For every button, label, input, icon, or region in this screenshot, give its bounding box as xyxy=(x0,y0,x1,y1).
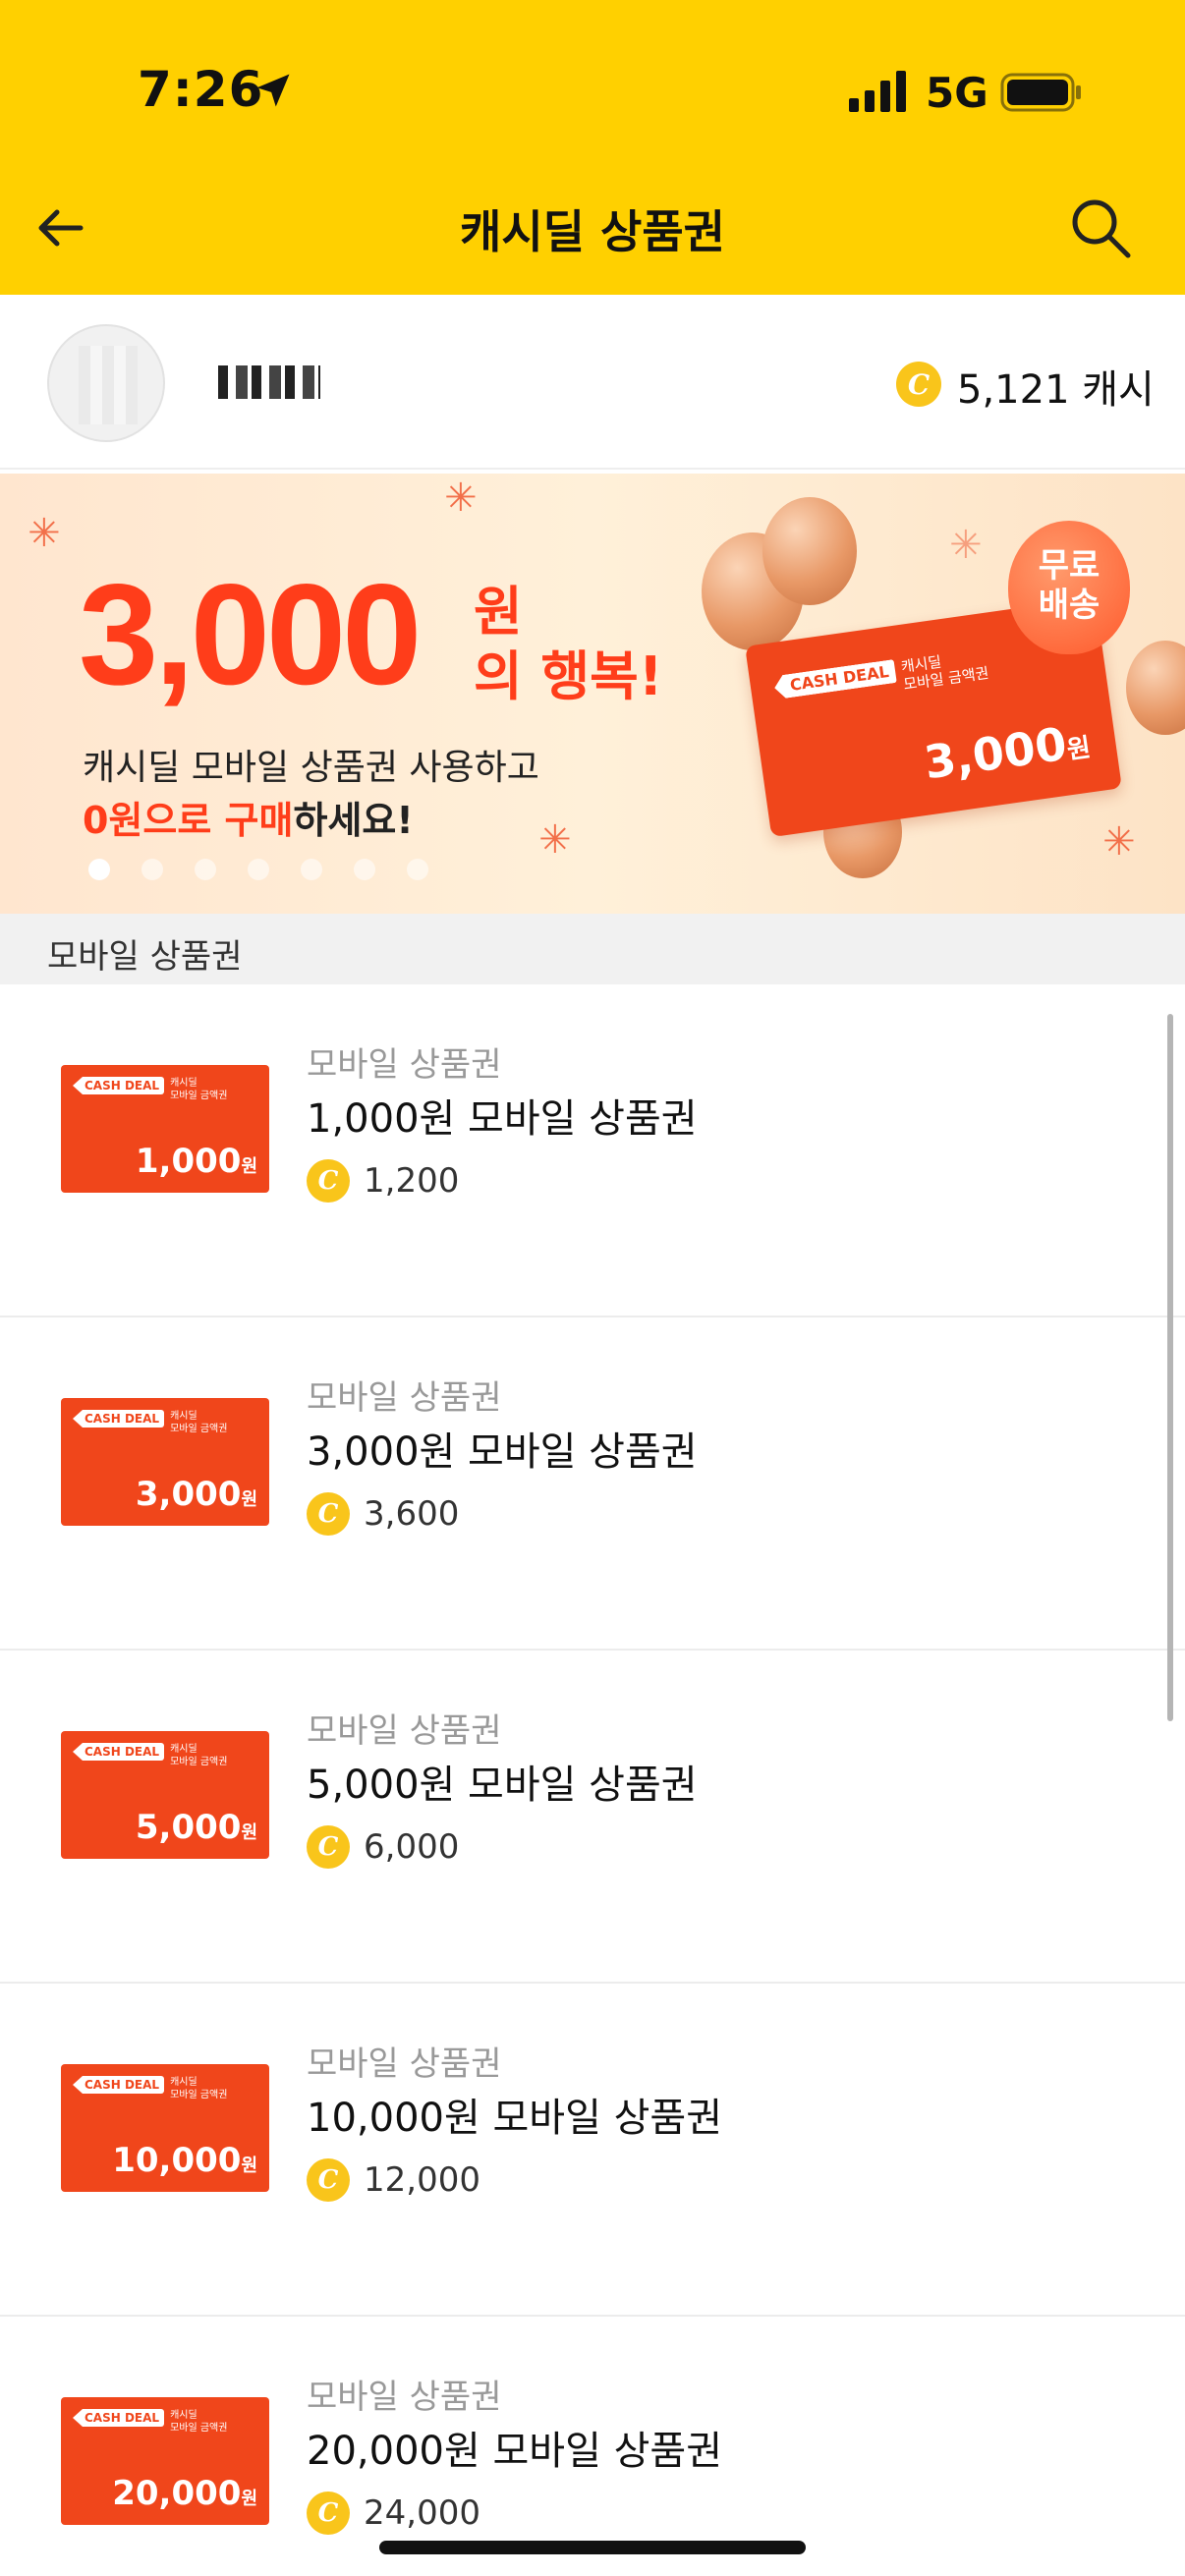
sparkle-icon: ✳ xyxy=(1102,819,1136,865)
item-category: 모바일 상품권 xyxy=(307,1711,502,1751)
sparkle-icon: ✳ xyxy=(444,476,478,521)
list-item[interactable]: CASH DEAL 캐시딜 모바일 금액권 1,000원 모바일 상품권 1,0… xyxy=(0,984,1185,1317)
cashdeal-logo-sub: 캐시딜 모바일 금액권 xyxy=(170,2077,228,2100)
cashdeal-logo: CASH DEAL 캐시딜 모바일 금액권 xyxy=(73,1743,227,1768)
item-title: 5,000원 모바일 상품권 xyxy=(307,1763,698,1808)
location-arrow-icon xyxy=(256,74,290,107)
item-category: 모바일 상품권 xyxy=(307,2378,502,2417)
coin-icon: C xyxy=(307,2158,350,2202)
cashdeal-logo-tag: CASH DEAL xyxy=(73,2076,165,2094)
cashdeal-logo-sub: 캐시딜 모바일 금액권 xyxy=(170,2410,228,2434)
banner-highlight: 0원으로 구매 xyxy=(83,799,294,842)
list-item[interactable]: CASH DEAL 캐시딜 모바일 금액권 20,000원 모바일 상품권 20… xyxy=(0,2317,1185,2576)
carousel-dot[interactable] xyxy=(407,859,428,880)
battery-icon xyxy=(1000,73,1081,112)
cashdeal-logo-tag: CASH DEAL xyxy=(73,1077,165,1094)
carousel-dots xyxy=(88,859,428,880)
sparkle-icon: ✳ xyxy=(949,523,983,568)
gift-card-amount: 10,000원 xyxy=(112,2141,257,2180)
banner-subtitle: 캐시딜 모바일 상품권 사용하고 xyxy=(83,748,539,788)
cashdeal-logo: CASH DEAL 캐시딜 모바일 금액권 xyxy=(73,2076,227,2101)
coin-icon: C xyxy=(307,1492,350,1536)
item-category: 모바일 상품권 xyxy=(307,1378,502,1418)
page-title: 캐시딜 상품권 xyxy=(460,205,725,258)
item-title: 1,000원 모바일 상품권 xyxy=(307,1096,698,1142)
list-item[interactable]: CASH DEAL 캐시딜 모바일 금액권 3,000원 모바일 상품권 3,0… xyxy=(0,1317,1185,1651)
avatar[interactable] xyxy=(47,324,165,442)
network-type: 5G xyxy=(926,69,988,117)
gift-card-thumbnail: CASH DEAL 캐시딜 모바일 금액권 20,000원 xyxy=(61,2397,269,2525)
profile-row: C 5,121 캐시 xyxy=(0,295,1185,470)
banner-cta-text: 0원으로 구매하세요! xyxy=(83,790,414,844)
banner-amount: 3,000 xyxy=(79,554,422,714)
gift-card-amount: 20,000원 xyxy=(112,2474,257,2513)
carousel-dot[interactable] xyxy=(88,859,110,880)
cashdeal-logo: CASH DEAL 캐시딜 모바일 금액권 xyxy=(73,2409,227,2435)
cellular-signal-icon xyxy=(849,71,906,112)
item-title: 3,000원 모바일 상품권 xyxy=(307,1429,698,1475)
product-list: CASH DEAL 캐시딜 모바일 금액권 1,000원 모바일 상품권 1,0… xyxy=(0,984,1185,2576)
cashdeal-logo: CASH DEAL 캐시딜 모바일 금액권 xyxy=(773,646,990,711)
free-shipping-badge: 무료 배송 xyxy=(1008,521,1130,654)
gift-card-amount: 5,000원 xyxy=(135,1808,257,1847)
status-time: 7:26 xyxy=(138,61,264,118)
cashdeal-logo: CASH DEAL 캐시딜 모바일 금액권 xyxy=(73,1077,227,1102)
section-title: 모바일 상품권 xyxy=(47,937,243,977)
gift-card-thumbnail: CASH DEAL 캐시딜 모바일 금액권 1,000원 xyxy=(61,1065,269,1193)
banner-cta-rest: 하세요! xyxy=(293,799,414,842)
scrollbar[interactable] xyxy=(1167,1014,1173,1721)
item-price: 12,000 xyxy=(364,2160,480,2200)
carousel-dot[interactable] xyxy=(301,859,322,880)
banner-card-amount: 3,000원 xyxy=(921,716,1093,790)
sparkle-icon: ✳ xyxy=(28,511,61,556)
coin-icon: C xyxy=(307,1825,350,1869)
top-bar: 7:26 5G 캐시딜 상품권 xyxy=(0,0,1185,295)
coin-icon: C xyxy=(307,1159,350,1203)
sparkle-icon: ✳ xyxy=(538,817,572,863)
item-price: 6,000 xyxy=(364,1827,460,1867)
cashdeal-logo: CASH DEAL 캐시딜 모바일 금액권 xyxy=(73,1410,227,1435)
balloon-graphic xyxy=(762,497,857,605)
gift-card-amount: 1,000원 xyxy=(135,1142,257,1181)
item-price: 1,200 xyxy=(364,1161,460,1201)
promo-banner[interactable]: ✳ ✳ ✳ ✳ ✳ 3,000 원 의 행복! 캐시딜 모바일 상품권 사용하고… xyxy=(0,474,1185,914)
cashdeal-logo-sub: 캐시딜 모바일 금액권 xyxy=(170,1411,228,1434)
item-category: 모바일 상품권 xyxy=(307,1045,502,1085)
section-header: 모바일 상품권 xyxy=(0,914,1185,984)
cashdeal-logo-sub: 캐시딜 모바일 금액권 xyxy=(170,1744,228,1767)
gift-card-thumbnail: CASH DEAL 캐시딜 모바일 금액권 5,000원 xyxy=(61,1731,269,1859)
cashdeal-logo-tag: CASH DEAL xyxy=(73,1410,165,1428)
cashdeal-logo-tag: CASH DEAL xyxy=(773,659,898,700)
list-item[interactable]: CASH DEAL 캐시딜 모바일 금액권 5,000원 모바일 상품권 5,0… xyxy=(0,1651,1185,1984)
coin-icon: C xyxy=(896,362,941,407)
item-title: 20,000원 모바일 상품권 xyxy=(307,2429,722,2474)
coin-icon: C xyxy=(307,2492,350,2535)
gift-card-thumbnail: CASH DEAL 캐시딜 모바일 금액권 3,000원 xyxy=(61,1398,269,1526)
item-price: 3,600 xyxy=(364,1494,460,1534)
item-title: 10,000원 모바일 상품권 xyxy=(307,2096,722,2141)
search-icon[interactable] xyxy=(1067,195,1134,261)
cashdeal-logo-sub: 캐시딜 모바일 금액권 xyxy=(170,1078,228,1101)
carousel-dot[interactable] xyxy=(354,859,375,880)
username-blurred xyxy=(218,365,320,399)
gift-card-amount: 3,000원 xyxy=(135,1475,257,1514)
carousel-dot[interactable] xyxy=(141,859,163,880)
cashdeal-logo-tag: CASH DEAL xyxy=(73,1743,165,1761)
cashdeal-logo-sub: 캐시딜 모바일 금액권 xyxy=(899,652,990,694)
cashdeal-logo-tag: CASH DEAL xyxy=(73,2409,165,2427)
carousel-dot[interactable] xyxy=(195,859,216,880)
home-indicator[interactable] xyxy=(379,2541,806,2554)
item-price: 24,000 xyxy=(364,2493,480,2533)
balloon-graphic xyxy=(1126,641,1185,735)
cash-balance[interactable]: 5,121 캐시 xyxy=(957,358,1155,415)
avatar-blurred xyxy=(79,346,138,424)
list-item[interactable]: CASH DEAL 캐시딜 모바일 금액권 10,000원 모바일 상품권 10… xyxy=(0,1984,1185,2317)
gift-card-thumbnail: CASH DEAL 캐시딜 모바일 금액권 10,000원 xyxy=(61,2064,269,2192)
item-category: 모바일 상품권 xyxy=(307,2044,502,2084)
carousel-dot[interactable] xyxy=(248,859,269,880)
banner-happiness: 의 행복! xyxy=(474,645,663,707)
